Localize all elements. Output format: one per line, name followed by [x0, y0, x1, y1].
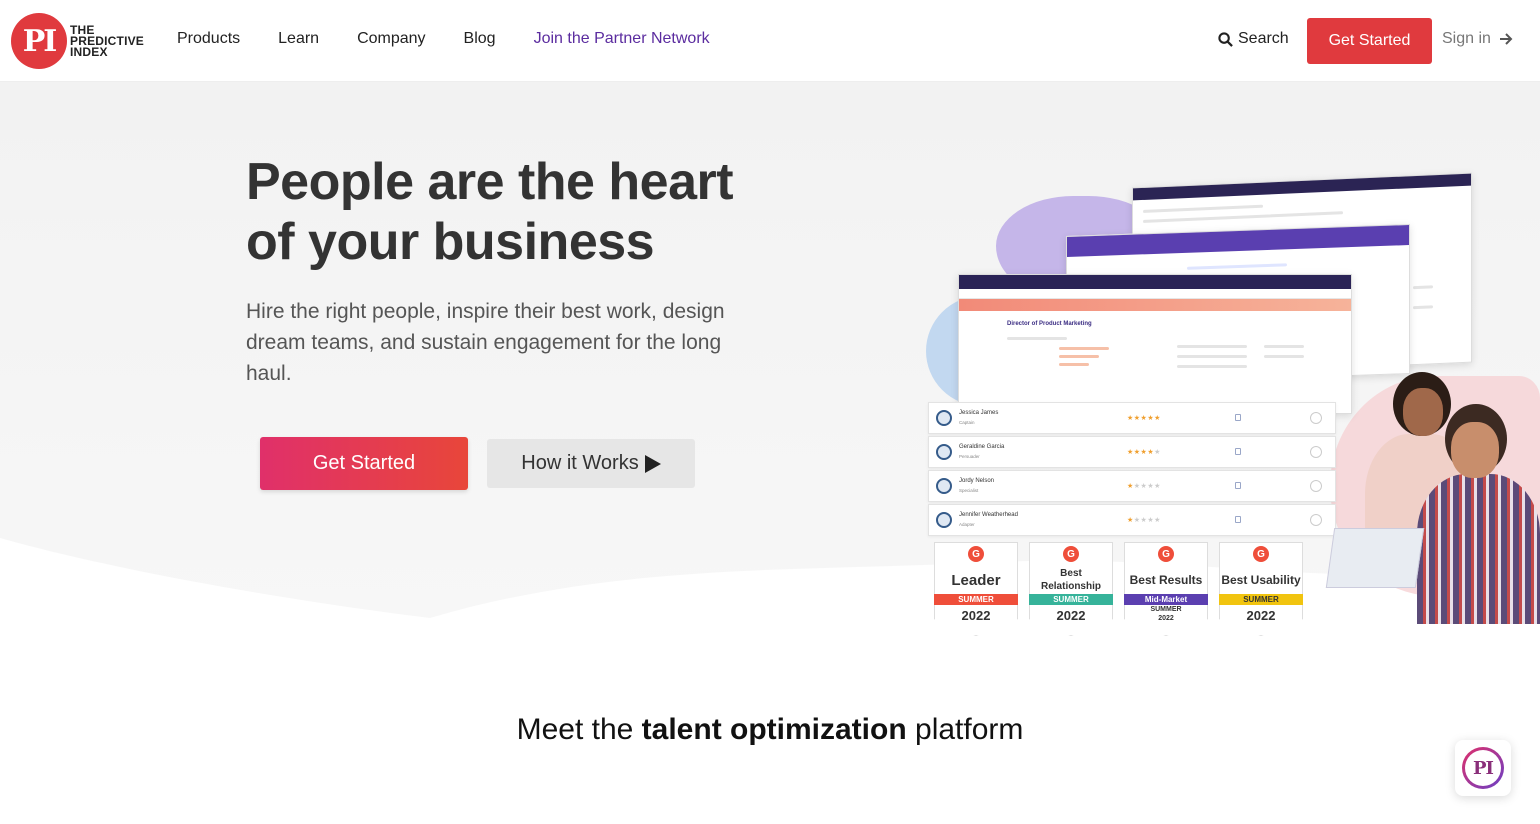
lock-icon — [1235, 448, 1241, 455]
lock-icon — [1235, 482, 1241, 489]
logo-mark: PI — [11, 13, 67, 69]
job-title: Director of Product Marketing — [1007, 321, 1092, 327]
profile-icon — [936, 478, 952, 494]
nav-item-company[interactable]: Company — [357, 30, 425, 48]
more-icon[interactable] — [1310, 446, 1322, 458]
chat-icon: PI — [1462, 747, 1504, 789]
g2-badge: G Best Relationship SUMMER 2022 — [1029, 542, 1113, 636]
star-rating: ★★★★★ — [1127, 415, 1161, 422]
laptop-image — [1325, 528, 1425, 588]
candidate-list: Jessica James Captain ★★★★★ Geraldine Ga… — [928, 402, 1336, 538]
header-get-started-button[interactable]: Get Started — [1307, 18, 1432, 64]
app-window-front: Director of Product Marketing — [958, 274, 1352, 414]
profile-icon — [936, 444, 952, 460]
list-item[interactable]: Jessica James Captain ★★★★★ — [928, 402, 1336, 434]
predictive-index-logo[interactable]: PI THE PREDICTIVE INDEX — [11, 13, 144, 69]
g2-badge: G Best Usability SUMMER 2022 — [1219, 542, 1303, 636]
logo-wordmark: THE PREDICTIVE INDEX — [70, 22, 145, 59]
more-icon[interactable] — [1310, 412, 1322, 424]
lock-icon — [1235, 516, 1241, 523]
nav-item-learn[interactable]: Learn — [278, 30, 319, 48]
chat-widget-button[interactable]: PI — [1455, 740, 1511, 796]
search-icon — [1218, 31, 1233, 47]
search-label: Search — [1238, 30, 1289, 47]
arrow-right-icon — [1499, 33, 1513, 45]
hero-get-started-button[interactable]: Get Started — [260, 437, 468, 490]
g2-icon: G — [968, 546, 984, 562]
search-button[interactable]: Search — [1218, 30, 1289, 48]
sign-in-label: Sign in — [1442, 30, 1491, 47]
g2-icon: G — [1158, 546, 1174, 562]
sign-in-link[interactable]: Sign in — [1442, 30, 1513, 48]
how-it-works-label: How it Works — [521, 452, 639, 474]
section-heading: Meet the talent optimization platform — [516, 713, 1024, 746]
g2-icon: G — [1253, 546, 1269, 562]
profile-icon — [936, 410, 952, 426]
how-it-works-button[interactable]: How it Works — [487, 439, 695, 488]
nav-item-blog[interactable]: Blog — [464, 30, 496, 48]
star-rating: ★★★★★ — [1127, 517, 1161, 524]
hero-subtitle: Hire the right people, inspire their bes… — [246, 300, 725, 385]
g2-icon: G — [1063, 546, 1079, 562]
main-nav: Products Learn Company Blog Join the Par… — [177, 30, 748, 48]
g2-badge: G Leader SUMMER 2022 — [934, 542, 1018, 636]
product-illustration: Director of Product Marketing Jessica Ja… — [920, 172, 1540, 646]
lock-icon — [1235, 414, 1241, 421]
nav-item-partner-network[interactable]: Join the Partner Network — [534, 30, 710, 48]
site-header: PI THE PREDICTIVE INDEX Products Learn C… — [0, 0, 1540, 82]
list-item[interactable]: Jennifer Weatherhead Adapter ★★★★★ — [928, 504, 1336, 536]
hero-title: People are the heart of your business — [246, 153, 734, 271]
star-rating: ★★★★★ — [1127, 449, 1161, 456]
g2-badge: G Best Results Mid-Market SUMMER 2022 — [1124, 542, 1208, 636]
star-rating: ★★★★★ — [1127, 483, 1161, 490]
g2-badges: G Leader SUMMER 2022 G Best Relationship… — [934, 542, 1314, 636]
nav-item-products[interactable]: Products — [177, 30, 240, 48]
more-icon[interactable] — [1310, 514, 1322, 526]
more-icon[interactable] — [1310, 480, 1322, 492]
people-photo — [1345, 364, 1540, 634]
profile-icon — [936, 512, 952, 528]
list-item[interactable]: Jordy Nelson Specialist ★★★★★ — [928, 470, 1336, 502]
play-icon — [644, 454, 661, 473]
list-item[interactable]: Geraldine Garcia Persuader ★★★★★ — [928, 436, 1336, 468]
